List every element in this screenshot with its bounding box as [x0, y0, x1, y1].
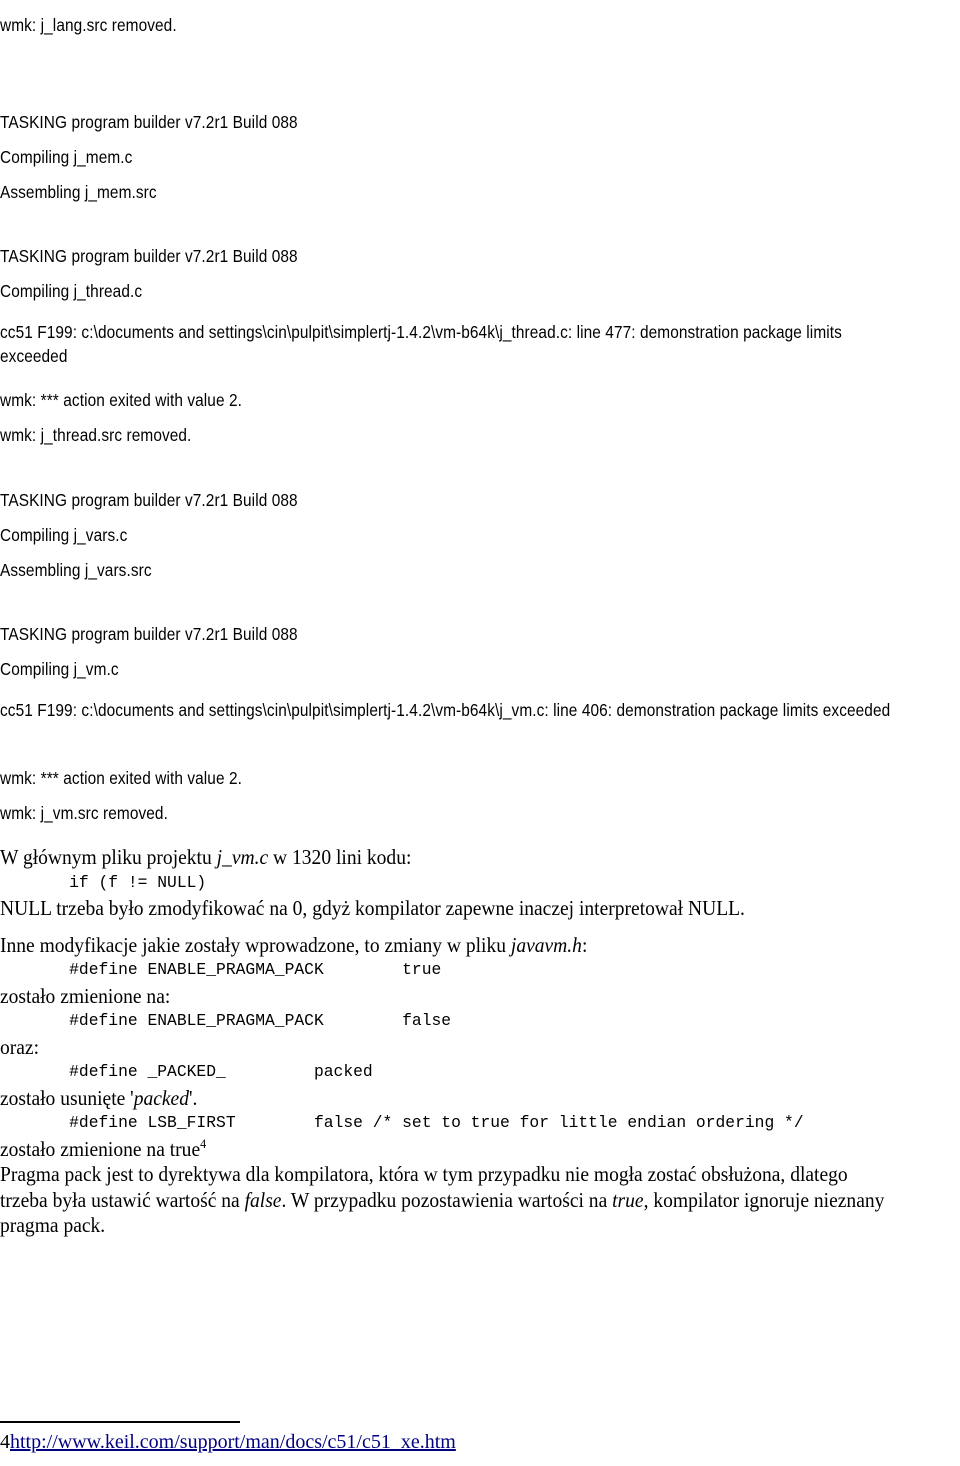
paragraph-other-mods: Inne modyfikacje jakie zostały wprowadzo…	[0, 933, 893, 959]
console-log-line: Compiling j_thread.c	[0, 274, 960, 309]
paragraph-changed-to-true: zostało zmienione na true4	[0, 1136, 893, 1163]
console-log-line: Compiling j_vm.c	[0, 652, 960, 687]
console-log-line: TASKING program builder v7.2r1 Build 088	[0, 239, 960, 274]
paragraph-main-file: W głównym pliku projektu j_vm.c w 1320 l…	[0, 845, 893, 871]
code-line-packed: #define _PACKED_ packed	[69, 1063, 373, 1082]
console-log-text: wmk: j_thread.src removed.	[0, 425, 192, 445]
console-log-line: wmk: *** action exited with value 2.	[0, 383, 960, 418]
console-log-line: Assembling j_mem.src	[0, 175, 960, 210]
console-log-text: TASKING program builder v7.2r1 Build 088	[0, 490, 298, 510]
body-content: W głównym pliku projektu j_vm.c w 1320 l…	[0, 845, 960, 1239]
paragraph-removed-packed: zostało usunięte 'packed'.	[0, 1086, 893, 1112]
console-log-line: cc51 F199: c:\documents and settings\cin…	[0, 693, 960, 728]
code-line-lsb-first: #define LSB_FIRST false /* set to true f…	[69, 1114, 804, 1133]
p6-keyword: packed	[133, 1085, 189, 1110]
p6-after: '.	[188, 1085, 198, 1110]
code-line-if-null: if (f != NULL)	[69, 873, 207, 893]
console-log-line: Compiling j_vars.c	[0, 518, 960, 553]
code-line-pragma-pack-false: #define ENABLE_PRAGMA_PACK false	[69, 1012, 452, 1031]
console-log-line: cc51 F199: c:\documents and settings\cin…	[0, 315, 960, 374]
console-log-text: wmk: j_vm.src removed.	[0, 803, 168, 823]
console-log-line: TASKING program builder v7.2r1 Build 088	[0, 105, 960, 140]
paragraph-changed-to: zostało zmienione na:	[0, 983, 171, 1008]
console-log-line: TASKING program builder v7.2r1 Build 088	[0, 617, 960, 652]
console-log-line: Compiling j_mem.c	[0, 140, 960, 175]
console-log-text: TASKING program builder v7.2r1 Build 088	[0, 624, 298, 644]
console-log-line: wmk: *** action exited with value 2.	[0, 761, 960, 796]
console-log-text: wmk: *** action exited with value 2.	[0, 390, 242, 410]
console-log-text: Compiling j_thread.c	[0, 281, 143, 301]
console-log-text: wmk: j_lang.src removed.	[0, 15, 177, 35]
console-log-text: Compiling j_mem.c	[0, 147, 133, 167]
p3-filename: javavm.h	[510, 932, 582, 957]
paragraph-oraz: oraz:	[0, 1034, 40, 1059]
p7-text: zostało zmienione na true	[0, 1136, 201, 1161]
footnote-marker-ref[interactable]: 4	[200, 1136, 206, 1151]
console-log-text: wmk: *** action exited with value 2.	[0, 768, 242, 788]
p3-after: :	[581, 932, 588, 957]
p8-false: false	[244, 1187, 282, 1212]
footnote: 4http://www.keil.com/support/man/docs/c5…	[0, 1430, 960, 1454]
p1-before: W głównym pliku projektu	[0, 845, 217, 869]
p8-true: true	[612, 1187, 644, 1212]
paragraph-pragma-explanation: Pragma pack jest to dyrektywa dla kompil…	[0, 1162, 893, 1239]
console-log-line: wmk: j_thread.src removed.	[0, 418, 960, 453]
console-log-line: wmk: j_lang.src removed.	[0, 8, 960, 43]
console-log-text: TASKING program builder v7.2r1 Build 088	[0, 112, 298, 132]
p1-filename: j_vm.c	[216, 845, 269, 869]
console-log-text: Compiling j_vm.c	[0, 659, 119, 679]
footnote-separator	[0, 1421, 240, 1423]
footnote-number: 4	[0, 1431, 10, 1453]
p1-after: w 1320 lini kodu:	[268, 845, 412, 869]
p8-part2: . W przypadku pozostawienia wartości na	[281, 1187, 613, 1212]
console-log-text: Assembling j_vars.src	[0, 560, 152, 580]
p6-before: zostało usunięte '	[0, 1085, 134, 1110]
p3-before: Inne modyfikacje jakie zostały wprowadzo…	[0, 932, 511, 957]
console-log-line: Assembling j_vars.src	[0, 553, 960, 588]
console-log-text: Assembling j_mem.src	[0, 182, 157, 202]
paragraph-null-note: NULL trzeba było zmodyfikować na 0, gdyż…	[0, 896, 745, 920]
console-log-line: wmk: j_vm.src removed.	[0, 796, 960, 831]
console-log-text: cc51 F199: c:\documents and settings\cin…	[0, 322, 847, 366]
code-line-pragma-pack-true: #define ENABLE_PRAGMA_PACK true	[69, 961, 442, 980]
document-page: wmk: j_lang.src removed. TASKING program …	[0, 0, 960, 1466]
footnote-url-link[interactable]: http://www.keil.com/support/man/docs/c51…	[10, 1431, 456, 1453]
console-log-text: TASKING program builder v7.2r1 Build 088	[0, 246, 298, 266]
console-log-text: cc51 F199: c:\documents and settings\cin…	[0, 700, 891, 720]
console-log-text: Compiling j_vars.c	[0, 525, 128, 545]
console-log-line: TASKING program builder v7.2r1 Build 088	[0, 483, 960, 518]
